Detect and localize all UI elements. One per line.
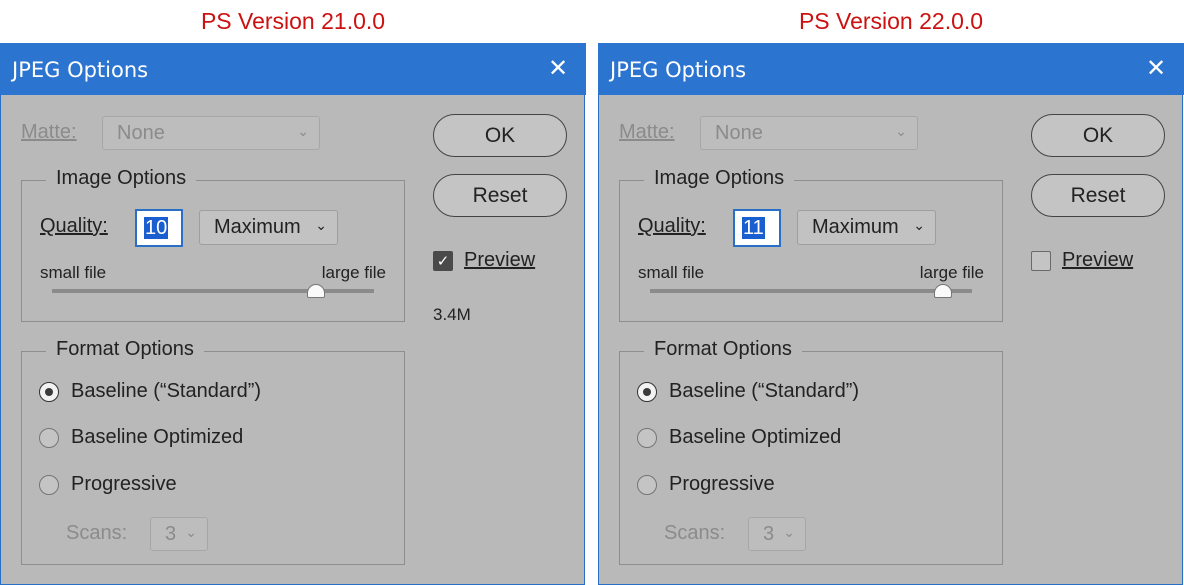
close-icon[interactable]: ✕ (544, 53, 572, 83)
format-options-group: Format Options Baseline (“Standard”) Bas… (619, 338, 1003, 565)
radio-baseline[interactable] (637, 382, 657, 402)
preview-checkbox[interactable] (1031, 251, 1051, 271)
chevron-down-icon: ⌄ (913, 218, 925, 234)
quality-value: 10 (144, 217, 169, 239)
reset-button[interactable]: Reset (1031, 174, 1165, 217)
baseline-optimized-label[interactable]: Baseline Optimized (71, 426, 243, 449)
matte-value: None (117, 122, 165, 144)
chevron-down-icon: ⌄ (895, 124, 907, 140)
format-options-group: Format Options Baseline (“Standard”) Bas… (21, 338, 405, 565)
quality-preset-value: Maximum (812, 216, 899, 238)
quality-preset-dropdown[interactable]: Maximum ⌄ (797, 210, 936, 245)
quality-preset-value: Maximum (214, 216, 301, 238)
radio-baseline[interactable] (39, 382, 59, 402)
matte-label: Matte: (21, 121, 77, 143)
quality-input[interactable]: 11 (733, 209, 781, 247)
chevron-down-icon: ⌄ (185, 525, 197, 541)
caption-left: PS Version 21.0.0 (200, 8, 386, 34)
image-options-title: Image Options (644, 167, 795, 190)
large-file-label: large file (919, 263, 984, 282)
quality-value: 11 (742, 217, 765, 239)
jpeg-options-dialog: JPEG Options ✕ Matte: None ⌄ Image Optio… (0, 43, 586, 585)
small-file-label: small file (40, 263, 107, 282)
quality-label: Quality: (638, 215, 706, 237)
scans-dropdown[interactable]: 3 ⌄ (748, 517, 806, 551)
scans-dropdown[interactable]: 3 ⌄ (150, 517, 208, 551)
preview-label[interactable]: Preview (1062, 249, 1133, 272)
dialog-title: JPEG Options (610, 58, 747, 82)
radio-baseline-optimized[interactable] (39, 428, 59, 448)
large-file-label: large file (321, 263, 386, 282)
matte-value: None (715, 122, 763, 144)
progressive-label[interactable]: Progressive (669, 473, 775, 496)
file-size-label: 3.4M (433, 305, 471, 324)
matte-label: Matte: (619, 121, 675, 143)
jpeg-options-dialog: JPEG Options ✕ Matte: None ⌄ Image Optio… (598, 43, 1184, 585)
quality-label: Quality: (40, 215, 108, 237)
chevron-down-icon: ⌄ (297, 124, 309, 140)
ok-button[interactable]: OK (1031, 114, 1165, 157)
quality-slider-thumb[interactable] (934, 284, 953, 298)
baseline-optimized-label[interactable]: Baseline Optimized (669, 426, 841, 449)
radio-progressive[interactable] (637, 475, 657, 495)
quality-slider-thumb[interactable] (307, 284, 326, 298)
image-options-group: Image Options Quality: 10 Maximum ⌄ smal… (21, 167, 405, 322)
image-options-title: Image Options (46, 167, 197, 190)
quality-preset-dropdown[interactable]: Maximum ⌄ (199, 210, 338, 245)
ok-button[interactable]: OK (433, 114, 567, 157)
scans-label: Scans: (664, 522, 726, 544)
matte-dropdown[interactable]: None ⌄ (700, 116, 918, 150)
title-bar[interactable]: JPEG Options ✕ (0, 43, 586, 95)
dialog-title: JPEG Options (12, 58, 149, 82)
radio-baseline-optimized[interactable] (637, 428, 657, 448)
close-icon[interactable]: ✕ (1142, 53, 1170, 83)
scans-value: 3 (763, 523, 775, 545)
quality-slider-track[interactable] (650, 289, 972, 293)
baseline-label[interactable]: Baseline (“Standard”) (669, 380, 859, 403)
chevron-down-icon: ⌄ (783, 525, 795, 541)
format-options-title: Format Options (46, 338, 204, 361)
caption-right: PS Version 22.0.0 (798, 8, 984, 34)
format-options-title: Format Options (644, 338, 802, 361)
radio-progressive[interactable] (39, 475, 59, 495)
image-options-group: Image Options Quality: 11 Maximum ⌄ smal… (619, 167, 1003, 322)
scans-value: 3 (165, 523, 177, 545)
reset-button[interactable]: Reset (433, 174, 567, 217)
quality-slider-track[interactable] (52, 289, 374, 293)
quality-input[interactable]: 10 (135, 209, 183, 247)
scans-label: Scans: (66, 522, 128, 544)
matte-dropdown[interactable]: None ⌄ (102, 116, 320, 150)
preview-label[interactable]: Preview (464, 249, 535, 272)
preview-checkbox[interactable]: ✓ (433, 251, 453, 271)
progressive-label[interactable]: Progressive (71, 473, 177, 496)
chevron-down-icon: ⌄ (315, 218, 327, 234)
baseline-label[interactable]: Baseline (“Standard”) (71, 380, 261, 403)
title-bar[interactable]: JPEG Options ✕ (598, 43, 1184, 95)
small-file-label: small file (638, 263, 705, 282)
